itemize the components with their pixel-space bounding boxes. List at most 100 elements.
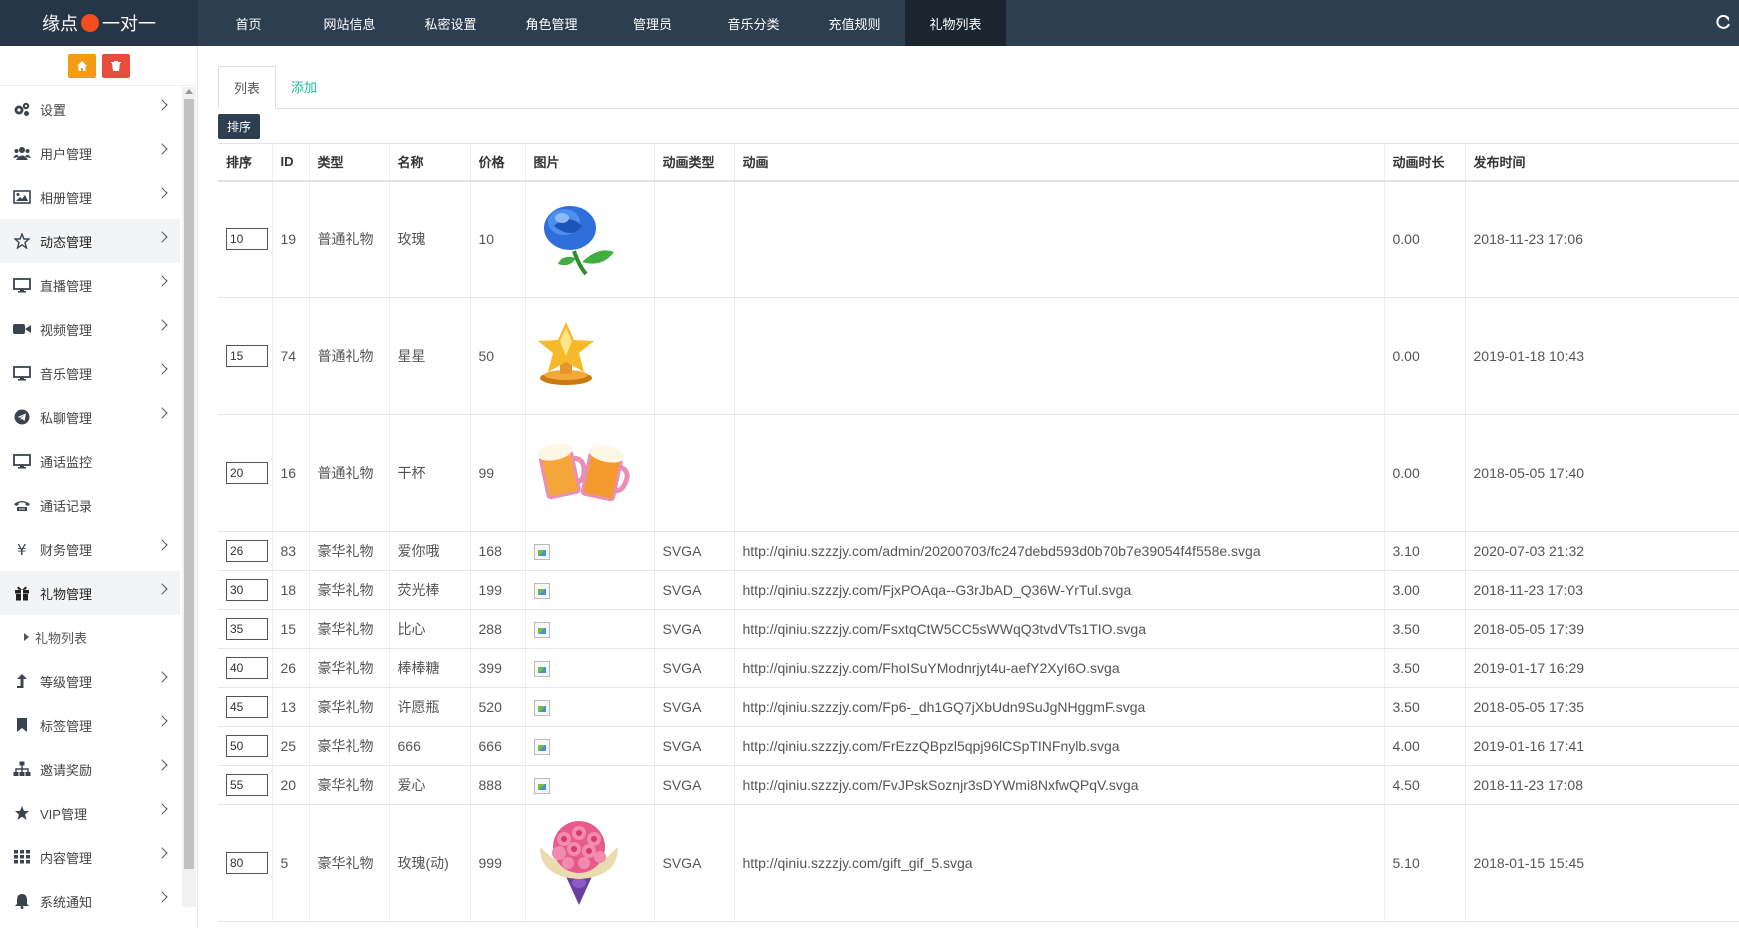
anim-cell bbox=[733, 297, 1384, 415]
type-cell: 豪华礼物 bbox=[308, 531, 389, 571]
sidebar-item[interactable]: 直播管理 bbox=[0, 263, 180, 307]
id-cell: 25 bbox=[271, 726, 309, 766]
sidebar-item[interactable]: 设置 bbox=[0, 87, 180, 131]
level-up-icon bbox=[12, 671, 32, 691]
sidebar-subitem-label: 礼物列表 bbox=[35, 630, 88, 646]
sidebar-item[interactable]: 等级管理 bbox=[0, 659, 180, 703]
price-cell: 999 bbox=[469, 804, 525, 922]
sidebar-item[interactable]: 通话记录 bbox=[0, 483, 180, 527]
sort-input[interactable] bbox=[226, 774, 268, 796]
chevron-right-icon bbox=[156, 715, 168, 727]
sort-button[interactable]: 排序 bbox=[218, 114, 261, 139]
anim-cell: http://qiniu.szzzjy.com/Fp6-_dh1GQ7jXbUd… bbox=[733, 687, 1384, 727]
nav-item-4[interactable]: 管理员 bbox=[602, 0, 703, 46]
nav-item-0[interactable]: 首页 bbox=[198, 0, 299, 46]
image-cell bbox=[524, 297, 654, 415]
sidebar-item[interactable]: 视频管理 bbox=[0, 307, 180, 351]
monitor-icon bbox=[12, 451, 32, 471]
scroll-up-arrow-icon[interactable] bbox=[185, 89, 193, 94]
sidebar-item[interactable]: 私聊管理 bbox=[0, 395, 180, 439]
chevron-right-icon bbox=[156, 759, 168, 771]
sidebar-item[interactable]: 礼物管理 bbox=[0, 571, 180, 615]
broken-image-icon bbox=[533, 738, 550, 755]
tab-list[interactable]: 列表 bbox=[218, 66, 277, 109]
sort-input[interactable] bbox=[226, 735, 268, 757]
home-button[interactable] bbox=[67, 53, 96, 78]
duration-cell: 0.00 bbox=[1383, 297, 1465, 415]
delete-button[interactable] bbox=[101, 53, 130, 78]
sort-cell bbox=[218, 180, 272, 298]
anim-type-cell bbox=[653, 180, 734, 298]
anim-cell: http://qiniu.szzzjy.com/FrEzzQBpzl5qpj96… bbox=[733, 726, 1384, 766]
sort-input[interactable] bbox=[226, 462, 268, 484]
sort-input[interactable] bbox=[226, 696, 268, 718]
time-cell: 2018-11-23 17:06 bbox=[1464, 180, 1739, 298]
app-logo[interactable]: 缘点 一对一 bbox=[0, 0, 198, 46]
broken-image-icon bbox=[533, 621, 550, 638]
chevron-right-icon bbox=[156, 539, 168, 551]
type-cell: 豪华礼物 bbox=[308, 804, 389, 922]
nav-item-5[interactable]: 音乐分类 bbox=[703, 0, 804, 46]
sort-input[interactable] bbox=[226, 852, 268, 874]
sidebar-item[interactable]: 系统通知 bbox=[0, 879, 180, 923]
image-cell bbox=[524, 570, 654, 610]
sidebar-item[interactable]: ¥ 财务管理 bbox=[0, 527, 180, 571]
sidebar-item-label: 相册管理 bbox=[40, 190, 93, 206]
sidebar-item-label: 直播管理 bbox=[40, 278, 93, 294]
sort-cell bbox=[218, 726, 272, 766]
time-cell: 2019-01-16 17:41 bbox=[1464, 726, 1739, 766]
sidebar-item[interactable]: 音乐管理 bbox=[0, 351, 180, 395]
sort-input[interactable] bbox=[226, 345, 268, 367]
anim-cell: http://qiniu.szzzjy.com/FsxtqCtW5CC5sWWq… bbox=[733, 609, 1384, 649]
refresh-icon[interactable] bbox=[1713, 13, 1733, 33]
type-cell: 豪华礼物 bbox=[308, 726, 389, 766]
tab-add[interactable]: 添加 bbox=[276, 65, 332, 108]
type-cell: 豪华礼物 bbox=[308, 570, 389, 610]
sort-cell bbox=[218, 297, 272, 415]
nav-item-6[interactable]: 充值规则 bbox=[804, 0, 905, 46]
sort-input[interactable] bbox=[226, 228, 268, 251]
gears-icon bbox=[12, 99, 32, 119]
sidebar-item-label: 系统通知 bbox=[40, 894, 93, 910]
sidebar-item[interactable]: 用户管理 bbox=[0, 131, 180, 175]
sort-input[interactable] bbox=[226, 540, 268, 562]
time-cell: 2020-07-03 21:32 bbox=[1464, 531, 1739, 571]
sidebar-item[interactable]: 相册管理 bbox=[0, 175, 180, 219]
sidebar-item[interactable]: 标签管理 bbox=[0, 703, 180, 747]
sidebar-item[interactable]: VIP管理 bbox=[0, 791, 180, 835]
sidebar-item[interactable]: 通话监控 bbox=[0, 439, 180, 483]
table-row: 26豪华礼物棒棒糖399 SVGAhttp://qiniu.szzzjy.com/… bbox=[218, 648, 1739, 688]
duration-cell: 0.00 bbox=[1383, 180, 1465, 298]
chevron-right-icon bbox=[156, 187, 168, 199]
scrollbar-thumb[interactable] bbox=[184, 99, 194, 869]
sort-input[interactable] bbox=[226, 657, 268, 679]
nav-item-1[interactable]: 网站信息 bbox=[299, 0, 400, 46]
image-cell bbox=[524, 726, 654, 766]
bell-icon bbox=[12, 891, 32, 911]
price-cell: 10 bbox=[469, 180, 525, 298]
nav-item-2[interactable]: 私密设置 bbox=[400, 0, 501, 46]
chevron-right-icon bbox=[156, 275, 168, 287]
sort-input[interactable] bbox=[226, 618, 268, 640]
image-cell bbox=[524, 687, 654, 727]
sidebar-subitem[interactable]: 礼物列表 bbox=[0, 615, 180, 659]
sidebar-item-label: 财务管理 bbox=[40, 542, 93, 558]
sort-input[interactable] bbox=[226, 579, 268, 601]
sidebar-toolbar bbox=[0, 46, 197, 86]
sidebar-scrollbar[interactable] bbox=[182, 87, 196, 907]
table-row: 74普通礼物星星50 0.002019-01-18 10:43 bbox=[218, 297, 1739, 415]
duration-cell: 4.00 bbox=[1383, 726, 1465, 766]
duration-cell: 3.00 bbox=[1383, 570, 1465, 610]
star-icon bbox=[12, 803, 32, 823]
nav-item-3[interactable]: 角色管理 bbox=[501, 0, 602, 46]
sidebar-item[interactable]: 动态管理 bbox=[0, 219, 180, 263]
type-cell: 普通礼物 bbox=[308, 297, 389, 415]
sidebar-item[interactable]: 内容管理 bbox=[0, 835, 180, 879]
chevron-right-icon bbox=[156, 803, 168, 815]
nav-item-7[interactable]: 礼物列表 bbox=[905, 0, 1006, 46]
anim-type-cell: SVGA bbox=[653, 765, 734, 805]
column-header: ID bbox=[271, 143, 309, 182]
price-cell: 520 bbox=[469, 687, 525, 727]
price-cell: 288 bbox=[469, 609, 525, 649]
sidebar-item[interactable]: 邀请奖励 bbox=[0, 747, 180, 791]
